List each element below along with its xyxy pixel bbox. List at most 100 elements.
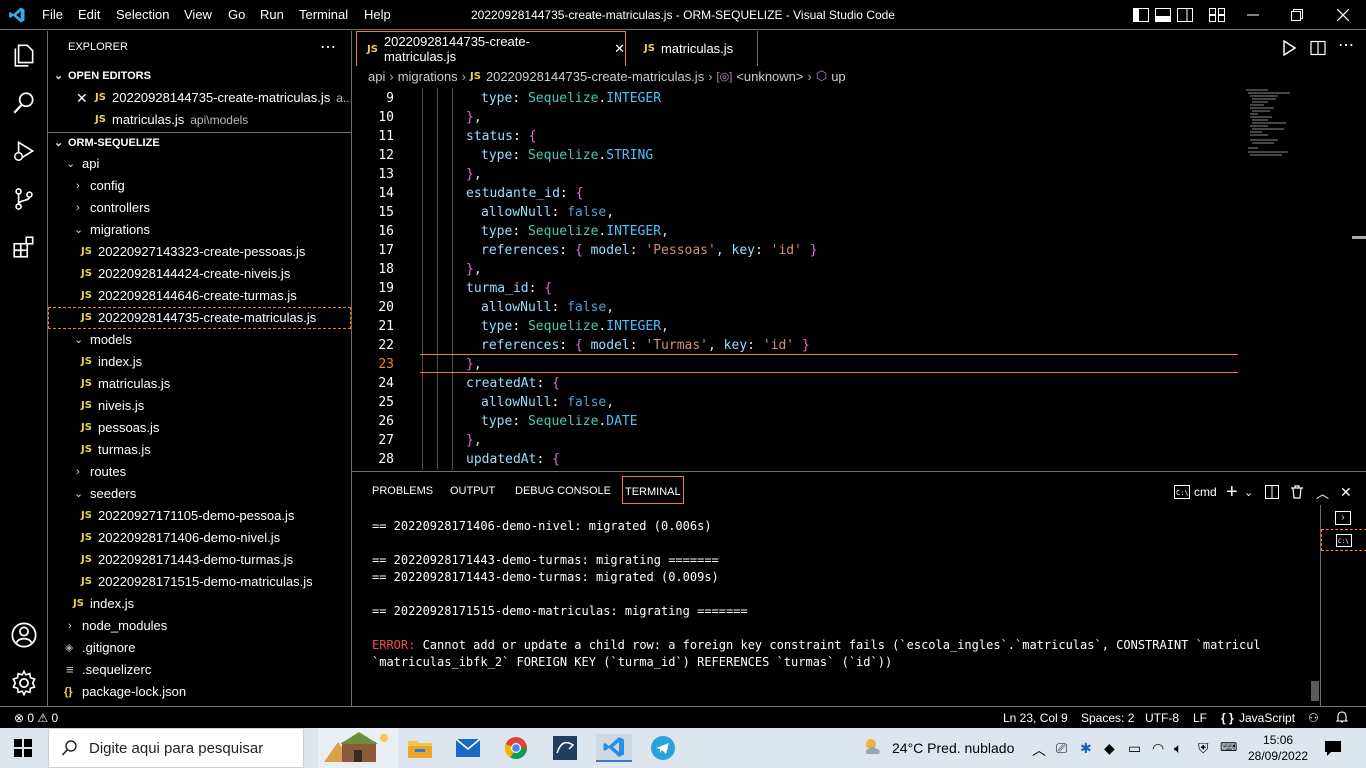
search-icon[interactable] (0, 79, 48, 127)
folder-migrations[interactable]: ⌄ migrations (48, 219, 351, 241)
settings-gear-icon[interactable] (0, 659, 48, 707)
file-item[interactable]: JS 20220928144646-create-turmas.js (48, 285, 351, 307)
terminal-shell-selector[interactable]: C:\ cmd (1174, 482, 1217, 502)
split-terminal-icon[interactable] (1265, 482, 1279, 502)
bell-icon[interactable] (1335, 711, 1349, 727)
file-item[interactable]: JS pessoas.js (48, 417, 351, 439)
breadcrumb-item[interactable]: 20220928144735-create-matriculas.js (486, 69, 704, 84)
code-line[interactable]: 26 type: Sequelize.DATE (352, 412, 1238, 431)
menu-file[interactable]: File (42, 7, 63, 22)
security-icon[interactable]: ⛨ (1198, 740, 1209, 757)
menu-selection[interactable]: Selection (116, 7, 169, 22)
file-item[interactable]: JS 20220928144424-create-niveis.js (48, 263, 351, 285)
new-terminal-icon[interactable]: + (1226, 481, 1238, 503)
tab-debug-console[interactable]: DEBUG CONSOLE (515, 484, 611, 506)
minimize-icon[interactable] (1242, 4, 1264, 26)
file-item[interactable]: JS 20220928171406-demo-nivel.js (48, 527, 351, 549)
explorer-icon[interactable] (0, 31, 48, 79)
taskbar-search[interactable]: Digite aqui para pesquisar (48, 728, 304, 768)
code-line[interactable]: 16 type: Sequelize.INTEGER, (352, 222, 1238, 241)
more-actions-icon[interactable]: ⋯ (1338, 35, 1354, 55)
folder-seeders[interactable]: ⌄ seeders (48, 483, 351, 505)
close-window-icon[interactable] (1332, 4, 1354, 26)
indentation[interactable]: Spaces: 2 (1081, 711, 1134, 725)
code-line[interactable]: 20 allowNull: false, (352, 298, 1238, 317)
dropbox-icon[interactable]: ◆ (1104, 740, 1115, 757)
project-section[interactable]: ⌄ ORM-SEQUELIZE (48, 132, 351, 154)
tab-problems[interactable]: PROBLEMS (372, 484, 433, 506)
battery-icon[interactable]: ▭ (1128, 740, 1141, 757)
toggle-sidebar-icon[interactable] (1130, 4, 1152, 26)
terminal-prompt-icon[interactable]: › (1335, 511, 1351, 525)
chevron-down-icon[interactable]: ⌄ (1244, 482, 1253, 502)
customize-layout-icon[interactable] (1206, 4, 1228, 26)
tab-create-matriculas[interactable]: JS 20220928144735-create-matriculas.js ✕ (356, 31, 626, 66)
breadcrumb-item[interactable]: api (368, 69, 385, 84)
end-of-line[interactable]: LF (1193, 711, 1207, 725)
file-item[interactable]: ◈ .gitignore (48, 637, 351, 659)
file-item[interactable]: JS 20220927143323-create-pessoas.js (48, 241, 351, 263)
code-line[interactable]: 24 createdAt: { (352, 374, 1238, 393)
menu-edit[interactable]: Edit (78, 7, 100, 22)
open-editor-item[interactable]: JS matriculas.js api\models (48, 109, 351, 131)
code-line[interactable]: 17 references: { model: 'Pessoas', key: '… (352, 241, 1238, 260)
cursor-position[interactable]: Ln 23, Col 9 (1003, 711, 1068, 725)
folder-api[interactable]: ⌄ api (48, 153, 351, 175)
restore-icon[interactable] (1286, 4, 1308, 26)
code-line[interactable]: 18}, (352, 260, 1238, 279)
code-line[interactable]: 19 turma_id: { (352, 279, 1238, 298)
menu-run[interactable]: Run (260, 7, 284, 22)
folder-config[interactable]: › config (48, 175, 351, 197)
terminal-scrollbar[interactable] (1311, 681, 1319, 701)
file-item[interactable]: JS 20220928171443-demo-turmas.js (48, 549, 351, 571)
bluetooth-icon[interactable]: ✱ (1080, 740, 1092, 757)
file-item[interactable]: JS matriculas.js (48, 373, 351, 395)
chrome-icon[interactable] (498, 734, 534, 762)
editor-scrollbar[interactable] (1352, 236, 1366, 239)
folder-models[interactable]: ⌄ models (48, 329, 351, 351)
folder-controllers[interactable]: › controllers (48, 197, 351, 219)
terminal-instance-cmd[interactable]: C:\ (1321, 529, 1366, 551)
code-line[interactable]: 12 type: Sequelize.STRING (352, 146, 1238, 165)
menu-view[interactable]: View (184, 7, 212, 22)
folder-routes[interactable]: › routes (48, 461, 351, 483)
menu-help[interactable]: Help (364, 7, 391, 22)
code-line[interactable]: 28 updatedAt: { (352, 450, 1238, 469)
trash-icon[interactable] (1290, 482, 1304, 502)
open-editor-item[interactable]: ✕ JS 20220928144735-create-matriculas.js… (48, 87, 351, 109)
code-line[interactable]: 15 allowNull: false, (352, 203, 1238, 222)
breadcrumb-item[interactable]: up (831, 69, 845, 84)
language-indicator-icon[interactable]: ⌨ (1220, 740, 1237, 754)
weather-text[interactable]: 24°C Pred. nublado (892, 740, 1014, 756)
open-editors-section[interactable]: ⌄ OPEN EDITORS (48, 65, 351, 87)
file-item[interactable]: JS 20220928171515-demo-matriculas.js (48, 571, 351, 593)
breadcrumb-item[interactable]: migrations (398, 69, 458, 84)
code-line[interactable]: 22 references: { model: 'Turmas', key: 'i… (352, 336, 1238, 355)
vscode-taskbar-icon[interactable] (596, 734, 632, 762)
run-debug-icon[interactable] (0, 127, 48, 175)
terminal-output[interactable]: == 20220928171406-demo-nivel: migrated (… (372, 518, 1332, 671)
breadcrumb-item[interactable]: <unknown> (736, 69, 803, 84)
menu-terminal[interactable]: Terminal (299, 7, 348, 22)
problems-status[interactable]: ⊗ 0 ⚠ 0 (14, 711, 58, 725)
wifi-icon[interactable]: ◠ (1152, 740, 1164, 757)
encoding[interactable]: UTF-8 (1145, 711, 1179, 725)
file-explorer-icon[interactable] (402, 734, 438, 762)
code-line[interactable]: 9 type: Sequelize.INTEGER (352, 89, 1238, 108)
search-highlight-image[interactable] (318, 728, 398, 768)
clock[interactable]: 15:06 28/09/2022 (1248, 732, 1308, 764)
close-panel-icon[interactable]: ✕ (1340, 482, 1352, 502)
code-editor[interactable]: 9 type: Sequelize.INTEGER 10}, 11 status: {1… (352, 88, 1366, 470)
code-line[interactable]: 10}, (352, 108, 1238, 127)
file-item[interactable]: {} package-lock.json (48, 681, 351, 703)
notifications-icon[interactable] (1324, 739, 1342, 760)
code-line[interactable]: 14 estudante_id: { (352, 184, 1238, 203)
run-file-icon[interactable] (1282, 39, 1298, 57)
extensions-icon[interactable] (0, 223, 48, 271)
toggle-panel-icon[interactable] (1152, 4, 1174, 26)
toggle-secondary-sidebar-icon[interactable] (1174, 4, 1196, 26)
accounts-icon[interactable] (0, 611, 48, 659)
code-line[interactable]: 11 status: { (352, 127, 1238, 146)
folder-node-modules[interactable]: › node_modules (48, 615, 351, 637)
mysql-workbench-icon[interactable] (547, 734, 583, 762)
